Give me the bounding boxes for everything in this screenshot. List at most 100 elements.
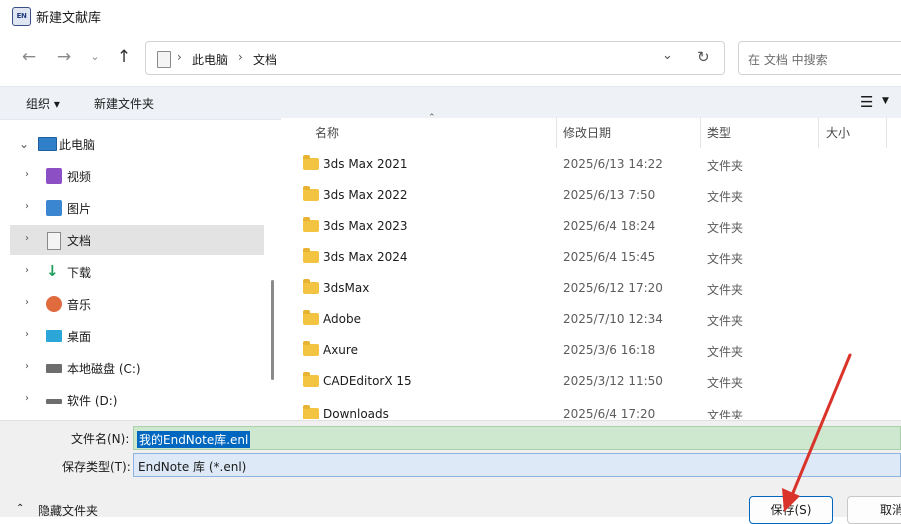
file-type: 文件夹 [707, 345, 744, 359]
file-row[interactable]: 3ds Max 2023 2025/6/4 18:24 文件夹 [295, 211, 855, 242]
file-type: 文件夹 [707, 314, 744, 328]
file-row[interactable]: Adobe 2025/7/10 12:34 文件夹 [295, 304, 855, 335]
file-type: 文件夹 [707, 376, 744, 390]
sidebar-item-software-d[interactable]: › 软件 (D:) [0, 385, 264, 415]
command-bar: 组织 ▾ 新建文件夹 ☰ ▼ [0, 86, 901, 120]
breadcrumb-separator-icon: › [238, 50, 243, 64]
file-row[interactable]: 3dsMax 2025/6/12 17:20 文件夹 [295, 273, 855, 304]
drive-icon [46, 399, 62, 404]
column-header-date-modified[interactable]: 修改日期 [563, 124, 611, 141]
column-header-size[interactable]: 大小 [826, 124, 850, 141]
file-name: CADEditorX 15 [323, 374, 412, 388]
file-date: 2025/6/4 18:24 [563, 219, 656, 233]
column-divider[interactable] [700, 118, 701, 148]
navigation-scrollbar[interactable] [271, 280, 274, 380]
filetype-label: 保存类型(T): [62, 460, 131, 474]
file-name: 3ds Max 2021 [323, 157, 408, 171]
file-date: 2025/6/12 17:20 [563, 281, 663, 295]
window-title: 新建文献库 [36, 11, 102, 26]
sidebar-item-pictures[interactable]: › 图片 [0, 193, 264, 223]
chevron-right-icon[interactable]: › [25, 393, 29, 404]
chevron-right-icon[interactable]: › [25, 169, 29, 180]
file-date: 2025/3/6 16:18 [563, 343, 656, 357]
up-arrow-icon[interactable]: ↑ [111, 44, 137, 70]
sidebar-item-label: 本地磁盘 (C:) [67, 362, 141, 376]
file-row[interactable]: 3ds Max 2022 2025/6/13 7:50 文件夹 [295, 180, 855, 211]
file-name: Downloads [323, 407, 389, 419]
column-divider[interactable] [886, 118, 887, 148]
sidebar-item-downloads[interactable]: › ↓ 下载 [0, 257, 264, 287]
file-name: 3ds Max 2023 [323, 219, 408, 233]
music-icon [46, 296, 62, 312]
file-name: 3dsMax [323, 281, 370, 295]
sidebar-item-this-pc[interactable]: ⌄ 此电脑 [0, 129, 264, 159]
file-date: 2025/6/4 15:45 [563, 250, 656, 264]
recent-locations-chevron-icon[interactable]: ⌄ [82, 44, 108, 70]
sort-ascending-chevron-icon: ⌃ [428, 113, 436, 123]
column-divider[interactable] [556, 118, 557, 148]
address-dropdown-chevron-icon[interactable]: ⌄ [662, 48, 673, 63]
file-type: 文件夹 [707, 252, 744, 266]
chevron-down-icon[interactable]: ⌄ [19, 137, 29, 151]
file-date: 2025/6/13 14:22 [563, 157, 663, 171]
sidebar-item-label: 此电脑 [59, 138, 96, 152]
sidebar-item-label: 视频 [67, 170, 92, 184]
file-type: 文件夹 [707, 283, 744, 297]
search-placeholder: 在 文档 中搜索 [748, 53, 828, 67]
chevron-right-icon[interactable]: › [25, 201, 29, 212]
view-options-icon[interactable]: ☰ [860, 93, 873, 111]
folder-icon [303, 405, 319, 419]
annotation-arrow-icon [782, 353, 852, 512]
sidebar-item-music[interactable]: › 音乐 [0, 289, 264, 319]
sidebar-item-documents[interactable]: › 文档 [10, 225, 264, 255]
sidebar-item-label: 软件 (D:) [67, 394, 118, 408]
file-name: Adobe [323, 312, 361, 326]
chevron-right-icon[interactable]: › [25, 265, 29, 276]
endnote-app-icon: EN [12, 7, 31, 26]
file-type: 文件夹 [707, 190, 744, 204]
file-name: 3ds Max 2022 [323, 188, 408, 202]
forward-arrow-icon[interactable]: → [51, 44, 77, 70]
sidebar-item-label: 图片 [67, 202, 92, 216]
breadcrumb-documents[interactable]: 文档 [253, 51, 277, 68]
organize-menu-button[interactable]: 组织 ▾ [26, 95, 60, 112]
folder-icon [303, 186, 319, 201]
file-type: 文件夹 [707, 159, 744, 173]
new-folder-button[interactable]: 新建文件夹 [94, 95, 154, 112]
view-dropdown-chevron-icon[interactable]: ▼ [882, 96, 889, 106]
file-row[interactable]: 3ds Max 2021 2025/6/13 14:22 文件夹 [295, 149, 855, 180]
chevron-right-icon[interactable]: › [25, 233, 29, 244]
file-row[interactable]: 3ds Max 2024 2025/6/4 15:45 文件夹 [295, 242, 855, 273]
address-bar[interactable]: › 此电脑 › 文档 ⌄ ↻ [145, 41, 725, 75]
chevron-right-icon[interactable]: › [25, 297, 29, 308]
filetype-value: EndNote 库 (*.enl) [138, 460, 247, 474]
refresh-icon[interactable]: ↻ [697, 48, 710, 66]
chevron-right-icon[interactable]: › [25, 329, 29, 340]
folder-icon [303, 248, 319, 263]
sidebar-item-videos[interactable]: › 视频 [0, 161, 264, 191]
file-name: Axure [323, 343, 358, 357]
collapse-up-chevron-icon[interactable]: ⌃ [16, 503, 24, 514]
column-header-name[interactable]: 名称 [315, 124, 339, 141]
sidebar-item-label: 文档 [67, 234, 92, 248]
chevron-right-icon[interactable]: › [25, 361, 29, 372]
picture-icon [46, 200, 62, 216]
back-arrow-icon[interactable]: ← [16, 44, 42, 70]
sidebar-item-desktop[interactable]: › 桌面 [0, 321, 264, 351]
document-icon [157, 51, 171, 68]
search-input[interactable]: 在 文档 中搜索 [738, 41, 901, 75]
hide-folders-toggle[interactable]: 隐藏文件夹 [38, 502, 98, 519]
filename-selected-text: 我的EndNote库.enl [137, 431, 251, 448]
breadcrumb-separator-icon: › [177, 50, 182, 64]
breadcrumb-this-pc[interactable]: 此电脑 [192, 51, 228, 68]
desktop-icon [46, 330, 62, 342]
column-divider[interactable] [818, 118, 819, 148]
folder-icon [303, 279, 319, 294]
folder-icon [303, 155, 319, 170]
sidebar-item-label: 下载 [67, 266, 92, 280]
title-bar: EN 新建文献库 [0, 0, 901, 32]
filename-label: 文件名(N): [71, 432, 130, 446]
column-header-type[interactable]: 类型 [707, 124, 731, 141]
folder-icon [303, 341, 319, 356]
sidebar-item-local-disk-c[interactable]: › 本地磁盘 (C:) [0, 353, 264, 383]
